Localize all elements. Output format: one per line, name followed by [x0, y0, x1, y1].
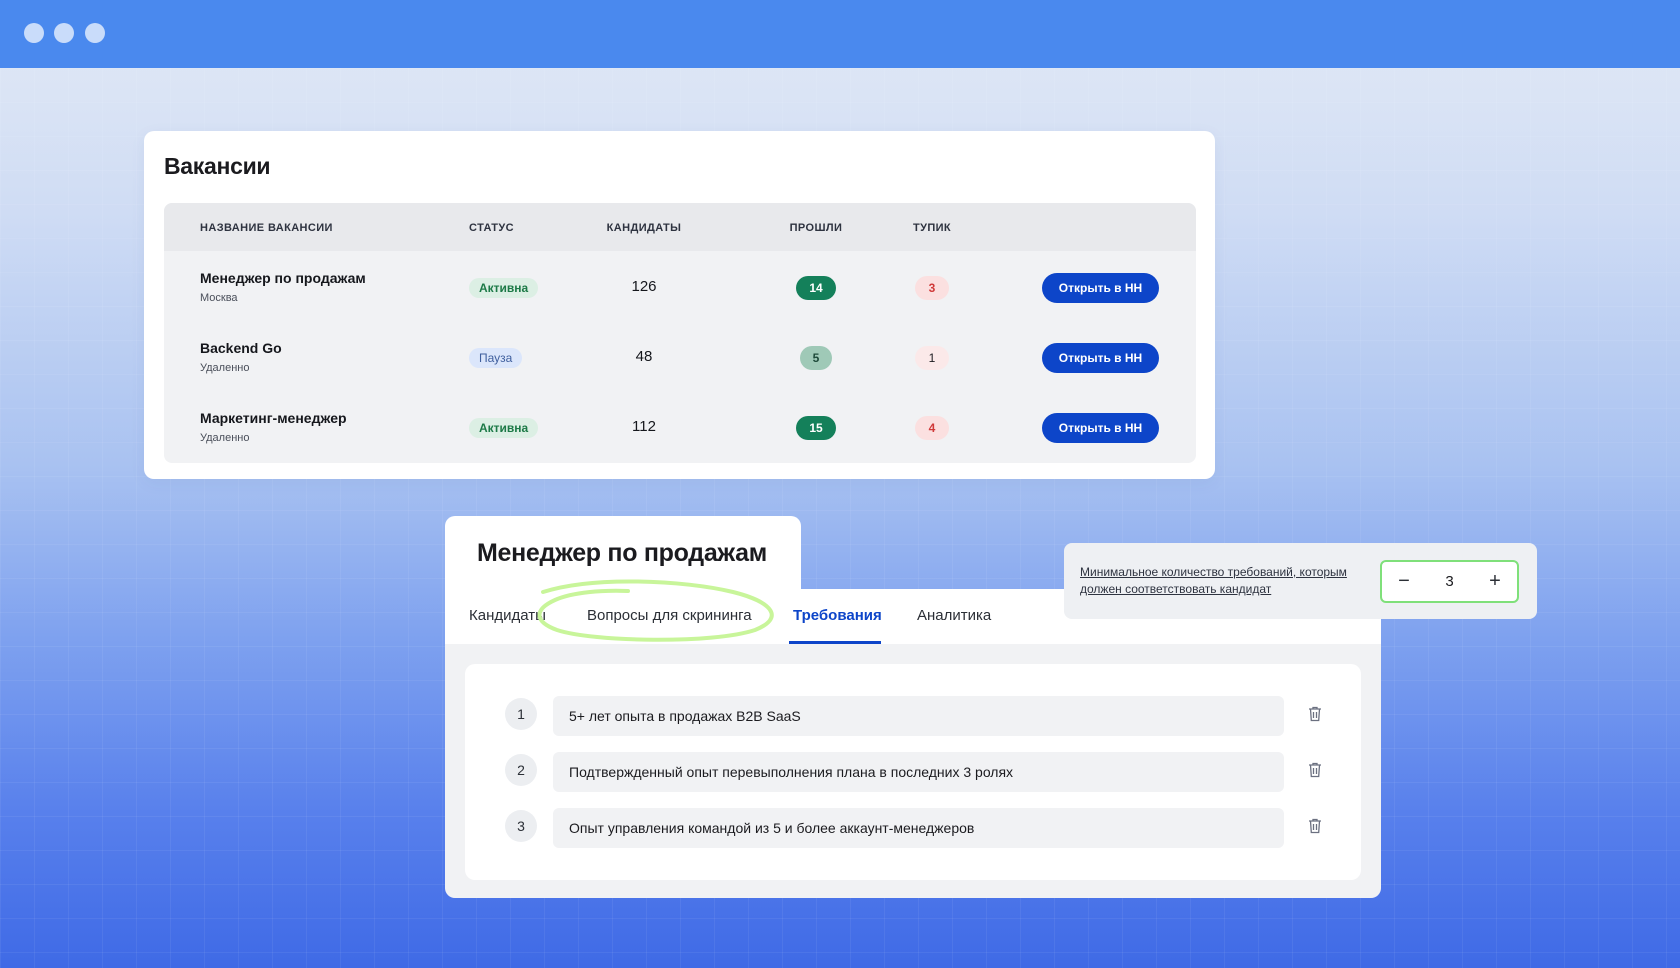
vacancies-table: НАЗВАНИЕ ВАКАНСИИ СТАТУС КАНДИДАТЫ ПРОШЛ… — [164, 203, 1196, 463]
vacancy-location: Удаленно — [200, 362, 250, 374]
table-row[interactable]: Маркетинг-менеджер Удаленно Активна 112 … — [164, 391, 1196, 461]
page-title: Вакансии — [164, 153, 271, 179]
passed-count-badge: 15 — [796, 416, 836, 440]
status-badge: Пауза — [469, 348, 523, 368]
vacancy-name[interactable]: Менеджер по продажам — [200, 270, 366, 286]
requirement-input[interactable]: Подтвержденный опыт перевыполнения плана… — [553, 752, 1284, 792]
min-requirements-stepper[interactable]: − 3 + — [1380, 560, 1519, 603]
tab-requirements[interactable]: Требования — [793, 607, 882, 624]
status-badge: Активна — [469, 418, 539, 438]
table-row[interactable]: Менеджер по продажам Москва Активна 126 … — [164, 251, 1196, 321]
min-requirements-panel: Минимальное количество требований, котор… — [1064, 543, 1537, 619]
trash-icon[interactable] — [1308, 706, 1322, 722]
column-header-candidates: КАНДИДАТЫ — [606, 222, 682, 234]
column-header-dead-end: ТУПИК — [912, 222, 952, 234]
passed-count-badge: 5 — [800, 346, 832, 370]
open-in-hh-button[interactable]: Открыть в HH — [1042, 413, 1159, 443]
vacancy-name[interactable]: Маркетинг-менеджер — [200, 410, 347, 426]
requirement-input[interactable]: 5+ лет опыта в продажах B2B SaaS — [553, 696, 1284, 736]
vacancy-location: Москва — [200, 292, 238, 304]
requirement-number: 2 — [505, 754, 537, 786]
column-header-status: СТАТУС — [469, 222, 514, 234]
stepper-value[interactable]: 3 — [1422, 562, 1477, 601]
vacancy-name[interactable]: Backend Go — [200, 340, 282, 356]
tab-analytics[interactable]: Аналитика — [917, 607, 991, 624]
open-in-hh-button[interactable]: Открыть в HH — [1042, 343, 1159, 373]
vacancy-location: Удаленно — [200, 432, 250, 444]
window-dot-icon — [24, 23, 44, 43]
requirement-number: 1 — [505, 698, 537, 730]
window-dot-icon — [85, 23, 105, 43]
dead-end-count-badge: 3 — [915, 276, 949, 300]
column-header-passed: ПРОШЛИ — [789, 222, 843, 234]
passed-count-badge: 14 — [796, 276, 836, 300]
window-dot-icon — [54, 23, 74, 43]
window-titlebar — [0, 0, 1680, 68]
table-header: НАЗВАНИЕ ВАКАНСИИ СТАТУС КАНДИДАТЫ ПРОШЛ… — [164, 203, 1196, 251]
open-in-hh-button[interactable]: Открыть в HH — [1042, 273, 1159, 303]
candidates-count: 112 — [632, 418, 656, 435]
vacancy-detail-title: Менеджер по продажам — [477, 539, 767, 567]
trash-icon[interactable] — [1308, 762, 1322, 778]
table-row[interactable]: Backend Go Удаленно Пауза 48 5 1 Открыть… — [164, 321, 1196, 391]
list-item: 3 Опыт управления командой из 5 и более … — [465, 808, 1361, 848]
candidates-count: 126 — [631, 278, 657, 295]
trash-icon[interactable] — [1308, 818, 1322, 834]
requirement-input[interactable]: Опыт управления командой из 5 и более ак… — [553, 808, 1284, 848]
list-item: 2 Подтвержденный опыт перевыполнения пла… — [465, 752, 1361, 792]
list-item: 1 5+ лет опыта в продажах B2B SaaS — [465, 696, 1361, 736]
dead-end-count-badge: 4 — [915, 416, 949, 440]
dead-end-count-badge: 1 — [915, 346, 949, 370]
requirement-number: 3 — [505, 810, 537, 842]
min-requirements-label[interactable]: Минимальное количество требований, котор… — [1080, 564, 1370, 598]
status-badge: Активна — [469, 278, 539, 298]
increment-button[interactable]: + — [1475, 562, 1515, 601]
candidates-count: 48 — [635, 348, 653, 365]
requirements-section: 1 5+ лет опыта в продажах B2B SaaS 2 Под… — [445, 644, 1381, 898]
highlight-circle — [537, 579, 774, 642]
requirements-list: 1 5+ лет опыта в продажах B2B SaaS 2 Под… — [465, 664, 1361, 880]
decrement-button[interactable]: − — [1384, 562, 1424, 601]
column-header-name: НАЗВАНИЕ ВАКАНСИИ — [200, 222, 333, 234]
vacancies-card: Вакансии НАЗВАНИЕ ВАКАНСИИ СТАТУС КАНДИД… — [144, 131, 1215, 479]
